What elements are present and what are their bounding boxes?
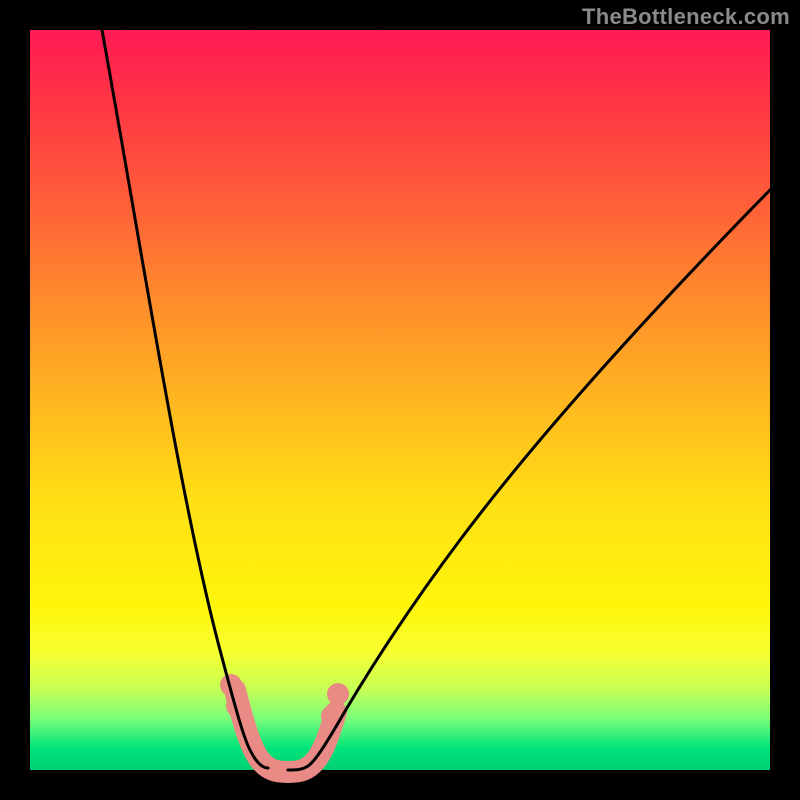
watermark-text: TheBottleneck.com bbox=[582, 4, 790, 30]
curve-left bbox=[102, 30, 268, 768]
curve-right bbox=[288, 190, 770, 770]
highlight-dot-right-lower bbox=[321, 705, 343, 727]
valley-highlight bbox=[235, 690, 336, 772]
chart-stage: TheBottleneck.com bbox=[0, 0, 800, 800]
highlight-dot-right-upper bbox=[327, 683, 349, 705]
plot-area bbox=[30, 30, 770, 770]
curve-layer bbox=[30, 30, 770, 770]
